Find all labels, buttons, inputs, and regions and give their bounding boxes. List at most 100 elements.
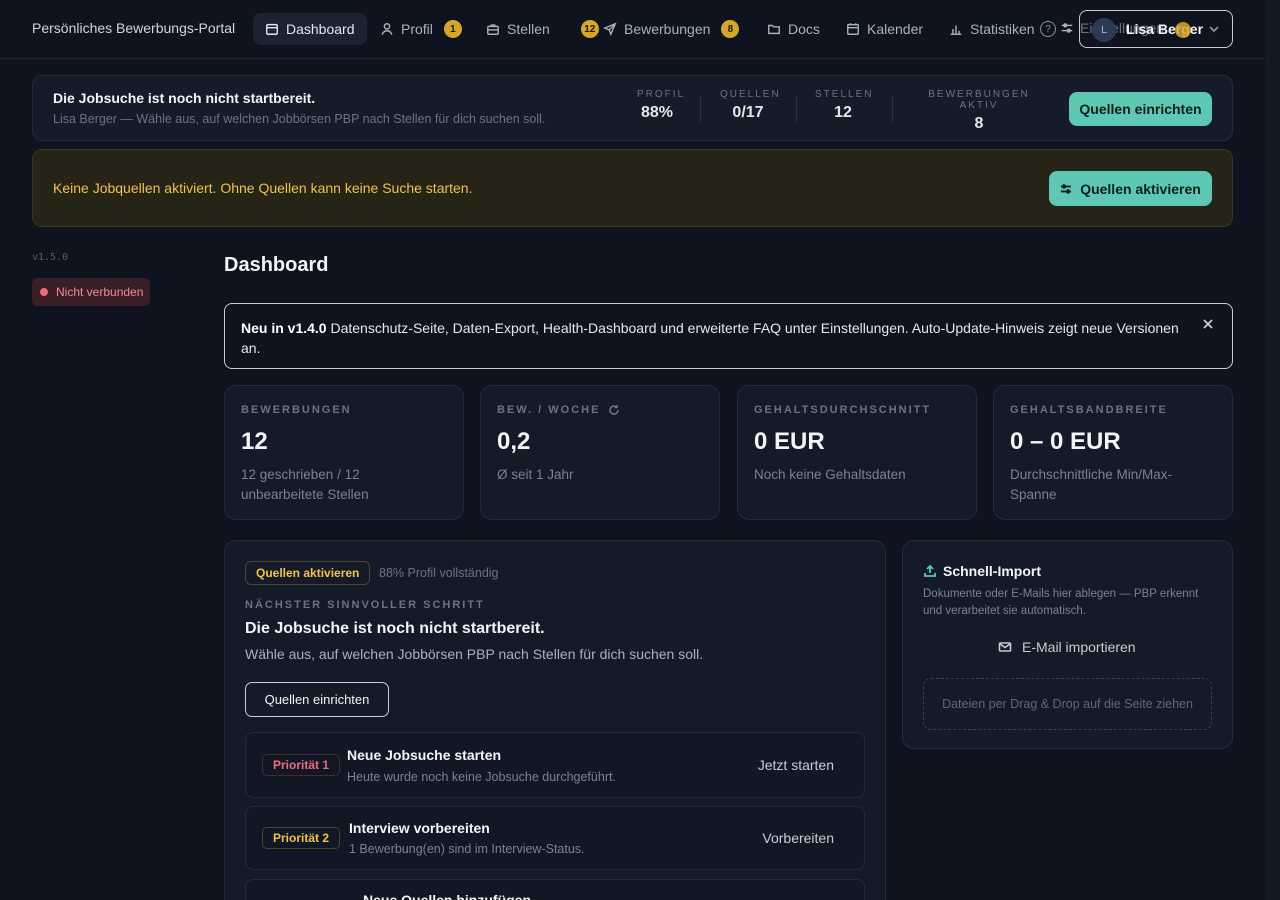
nav-kalender[interactable]: Kalender: [834, 13, 935, 45]
kpi-value: 12: [834, 104, 852, 121]
activate-sources-label: Quellen aktivieren: [1080, 180, 1201, 197]
send-icon: [603, 22, 617, 36]
folder-icon: [768, 24, 780, 35]
priority-badge: Priorität 1: [262, 754, 341, 776]
user-menu-button[interactable]: L Lisa Berger: [1079, 10, 1233, 48]
user-icon: [381, 23, 393, 35]
nav-docs[interactable]: Docs: [755, 13, 832, 45]
import-email-label: E-Mail importieren: [1022, 639, 1136, 655]
help-icon[interactable]: ?: [1040, 21, 1056, 37]
sliders-icon: [1061, 183, 1072, 194]
activate-sources-button[interactable]: Quellen aktivieren: [1049, 171, 1212, 206]
next-step-subtitle: Wähle aus, auf welchen Jobbörsen PBP nac…: [245, 646, 704, 662]
upload-icon: [924, 564, 936, 577]
next-step-card: Quellen aktivieren 88% Profil vollständi…: [224, 540, 886, 900]
stat-subtext: Ø seit 1 Jahr: [497, 467, 574, 482]
nav-bewerbungen-badge: 8: [721, 20, 740, 38]
task-title: Neue Jobsuche starten: [347, 747, 502, 763]
connection-status-badge: Nicht verbunden: [32, 278, 150, 306]
refresh-icon[interactable]: [608, 404, 620, 416]
top-navigation: Persönliches Bewerbungs-Portal Dashboard…: [0, 0, 1265, 59]
kpi-value: 8: [974, 115, 984, 132]
kpi-divider: [700, 96, 701, 122]
stat-label-text: Bewerbungen: [241, 404, 352, 416]
nav-statistiken[interactable]: Statistiken: [937, 13, 1047, 45]
import-email-button[interactable]: E-Mail importieren: [998, 639, 1136, 655]
status-badge: Quellen aktivieren: [245, 561, 371, 585]
user-status-dot: [1175, 22, 1191, 38]
sliders-icon: [1061, 23, 1073, 33]
page-title: Dashboard: [224, 254, 329, 276]
release-notes-body: Datenschutz-Seite, Daten-Export, Health-…: [241, 320, 1179, 356]
kpi-label: Profil: [637, 89, 686, 100]
quick-import-title: Schnell-Import: [923, 563, 1041, 579]
start-search-button[interactable]: Jetzt starten: [758, 757, 834, 773]
stat-subtext: Durchschnittliche Min/Max-Spanne: [1010, 467, 1173, 502]
status-title: Die Jobsuche ist noch nicht startbereit.: [53, 90, 316, 106]
nav-dashboard[interactable]: Dashboard: [253, 13, 367, 45]
stat-label: Bewerbungen: [241, 404, 352, 416]
kpi-divider: [892, 96, 893, 122]
warning-banner: Keine Jobquellen aktiviert. Ohne Quellen…: [32, 149, 1233, 227]
stat-label: Gehaltsdurchschnitt: [754, 404, 931, 416]
status-card: Die Jobsuche ist noch nicht startbereit.…: [32, 75, 1233, 141]
app-title[interactable]: Persönliches Bewerbungs-Portal: [32, 20, 235, 36]
status-dot-icon: [40, 288, 48, 296]
kpi-profil: Profil 88%: [637, 89, 686, 122]
kpi-divider: [796, 96, 797, 122]
kpi-stellen: Stellen 12: [815, 89, 871, 122]
stat-label: Bew. / Woche: [497, 404, 620, 416]
stat-subtext: Noch keine Gehaltsdaten: [754, 467, 906, 482]
stat-label-text: Gehaltsbandbreite: [1010, 404, 1168, 416]
calendar-grid-icon: [266, 23, 278, 35]
stat-subtext: 12 geschrieben / 12 unbearbeitete Stelle…: [241, 467, 369, 502]
kpi-value: 88%: [640, 104, 674, 121]
stat-label-text: Bew. / Woche: [497, 404, 601, 416]
task-subtitle: Heute wurde noch keine Jobsuche durchgef…: [347, 770, 616, 784]
stat-label: Gehaltsbandbreite: [1010, 404, 1168, 416]
nav-dashboard-label: Dashboard: [286, 21, 355, 37]
warning-text: Keine Jobquellen aktiviert. Ohne Quellen…: [53, 180, 473, 196]
mail-icon: [998, 642, 1012, 652]
prepare-interview-button[interactable]: Vorbereiten: [762, 830, 834, 846]
next-step-label: NÄCHSTER SINNVOLLER SCHRITT: [245, 599, 485, 611]
stat-card-bewerbungen: Bewerbungen 12 12 geschrieben / 12 unbea…: [224, 385, 464, 520]
file-dropzone[interactable]: Dateien per Drag & Drop auf die Seite zi…: [923, 678, 1212, 730]
next-step-title: Die Jobsuche ist noch nicht startbereit.: [245, 620, 545, 637]
user-name: Lisa Berger: [1126, 21, 1204, 37]
quick-import-title-text: Schnell-Import: [943, 563, 1042, 579]
nav-profil-label: Profil: [401, 21, 433, 37]
setup-sources-button[interactable]: Quellen einrichten: [245, 682, 389, 717]
stat-value: 0 EUR: [754, 428, 825, 455]
kpi-value: 0/17: [732, 104, 764, 121]
setup-sources-button[interactable]: Quellen einrichten: [1069, 92, 1212, 126]
task-title: Interview vorbereiten: [349, 820, 490, 836]
stat-card-bew-woche: Bew. / Woche 0,2 Ø seit 1 Jahr: [480, 385, 720, 520]
kpi-label: Quellen: [720, 89, 781, 100]
task-subtitle: 1 Bewerbung(en) sind im Interview-Status…: [349, 842, 585, 856]
quick-import-description: Dokumente oder E-Mails hier ablegen — PB…: [923, 588, 1199, 617]
scrollbar[interactable]: [1265, 0, 1280, 900]
release-notes-text: Neu in v1.4.0 Datenschutz-Seite, Daten-E…: [241, 318, 1181, 358]
release-notes-lead: Neu in v1.4.0: [241, 320, 327, 336]
stat-value: 0 – 0 EUR: [1010, 428, 1121, 455]
status-subtitle: Lisa Berger — Wähle aus, auf welchen Job…: [53, 112, 546, 126]
quick-import-card: Schnell-Import Dokumente oder E-Mails hi…: [902, 540, 1233, 749]
kpi-label: Stellen: [815, 89, 874, 100]
kpi-quellen: Quellen 0/17: [720, 89, 781, 122]
chevron-down-icon: [1209, 26, 1219, 33]
stat-value: 12: [241, 428, 268, 455]
priority-badge: Priorität 2: [262, 827, 341, 849]
stat-label-text: Gehaltsdurchschnitt: [754, 404, 932, 416]
close-icon[interactable]: [1202, 318, 1214, 330]
nav-stellen-label: Stellen: [507, 21, 550, 37]
stat-value: 0,2: [497, 428, 531, 455]
nav-profil-badge: 1: [443, 20, 462, 38]
nav-profil[interactable]: Profil 1: [368, 13, 474, 45]
task-row: Neue Quellen hinzufügen: [245, 879, 865, 900]
nav-bewerbungen-label: Bewerbungen: [624, 21, 711, 37]
stat-card-gehaltsdurchschnitt: Gehaltsdurchschnitt 0 EUR Noch keine Geh…: [737, 385, 977, 520]
task-row: Priorität 1 Neue Jobsuche starten Heute …: [245, 732, 865, 798]
app-version: v1.5.0: [32, 252, 69, 263]
nav-bewerbungen[interactable]: Bewerbungen 8: [591, 13, 751, 45]
